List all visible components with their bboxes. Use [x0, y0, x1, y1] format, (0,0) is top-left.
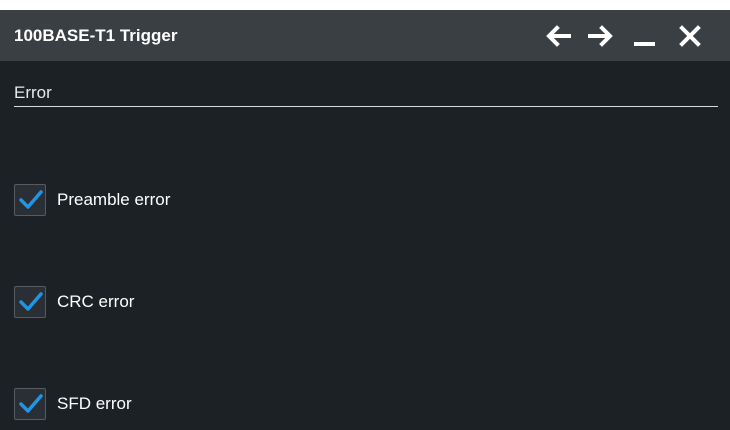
minimize-button[interactable]	[629, 20, 661, 52]
arrow-right-icon	[585, 20, 617, 52]
back-button[interactable]	[542, 20, 574, 52]
checkbox-label: CRC error	[57, 292, 135, 311]
checkbox-box[interactable]	[14, 388, 46, 420]
forward-button[interactable]	[585, 20, 617, 52]
section-header-error: Error	[14, 83, 52, 102]
checkbox-label: SFD error	[57, 394, 132, 413]
close-button[interactable]	[674, 20, 706, 52]
checkbox-box[interactable]	[14, 286, 46, 318]
dialog-titlebar[interactable]: 100BASE-T1 Trigger	[0, 10, 730, 61]
checkbox-box[interactable]	[14, 184, 46, 216]
checkbox-label: Preamble error	[57, 190, 171, 209]
close-icon	[674, 20, 706, 52]
section-divider	[14, 106, 718, 107]
minimize-icon	[629, 20, 661, 52]
trigger-dialog: 100BASE-T1 Trigger Error Preamble error …	[0, 10, 730, 430]
dialog-title: 100BASE-T1 Trigger	[14, 26, 178, 45]
arrow-left-icon	[542, 20, 574, 52]
